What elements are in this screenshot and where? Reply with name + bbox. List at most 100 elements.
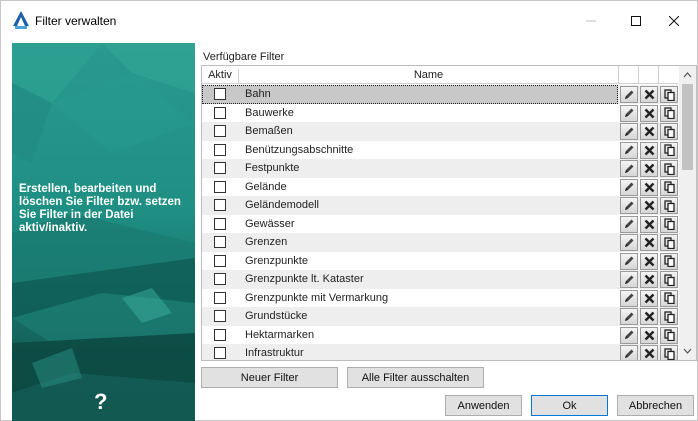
copy-filter-button[interactable] <box>660 345 678 360</box>
edit-filter-button[interactable] <box>620 197 638 214</box>
column-header-aktiv[interactable]: Aktiv <box>202 69 238 81</box>
row-body[interactable]: Bahn <box>202 85 618 104</box>
edit-filter-button[interactable] <box>620 289 638 307</box>
active-checkbox[interactable] <box>214 217 226 230</box>
table-row[interactable]: Festpunkte <box>202 159 678 178</box>
active-checkbox[interactable] <box>214 291 226 304</box>
row-body[interactable]: Grenzpunkte <box>202 252 618 271</box>
copy-filter-button[interactable] <box>660 141 678 159</box>
delete-filter-button[interactable] <box>640 197 658 214</box>
row-body[interactable]: Grenzpunkte lt. Kataster <box>202 270 618 289</box>
active-checkbox[interactable] <box>214 162 226 174</box>
table-row[interactable]: Grenzen <box>202 233 678 252</box>
minimize-button[interactable] <box>568 1 614 41</box>
column-header-name[interactable]: Name <box>238 69 618 84</box>
scroll-up-button[interactable] <box>679 68 696 82</box>
row-body[interactable]: Infrastruktur <box>202 344 618 360</box>
delete-filter-button[interactable] <box>640 178 658 196</box>
active-checkbox[interactable] <box>214 180 226 193</box>
delete-filter-button[interactable] <box>640 308 658 325</box>
vertical-scrollbar[interactable] <box>679 66 696 360</box>
delete-filter-button[interactable] <box>640 215 658 233</box>
delete-filter-button[interactable] <box>640 345 658 360</box>
table-row[interactable]: Hektarmarken <box>202 326 678 345</box>
delete-filter-button[interactable] <box>640 271 658 288</box>
row-body[interactable]: Bemaßen <box>202 122 618 141</box>
edit-filter-button[interactable] <box>620 271 638 288</box>
edit-filter-button[interactable] <box>620 178 638 196</box>
copy-filter-button[interactable] <box>660 86 678 103</box>
copy-filter-button[interactable] <box>660 326 678 344</box>
scroll-thumb[interactable] <box>682 84 693 170</box>
active-checkbox[interactable] <box>214 254 226 267</box>
delete-filter-button[interactable] <box>640 123 658 140</box>
edit-filter-button[interactable] <box>620 234 638 251</box>
table-row[interactable]: Benützungsabschnitte <box>202 141 678 160</box>
scroll-down-button[interactable] <box>679 344 696 358</box>
title-bar[interactable]: Filter verwalten <box>1 1 697 41</box>
copy-filter-button[interactable] <box>660 178 678 196</box>
active-checkbox[interactable] <box>214 199 226 211</box>
active-checkbox[interactable] <box>214 236 226 248</box>
active-checkbox[interactable] <box>214 328 226 341</box>
row-body[interactable]: Bauwerke <box>202 104 618 123</box>
table-row[interactable]: Grundstücke <box>202 307 678 326</box>
table-row[interactable]: Bauwerke <box>202 104 678 123</box>
delete-filter-button[interactable] <box>640 326 658 344</box>
row-body[interactable]: Grenzpunkte mit Vermarkung <box>202 289 618 308</box>
new-filter-button[interactable]: Neuer Filter <box>201 367 338 388</box>
row-body[interactable]: Hektarmarken <box>202 326 618 345</box>
table-row[interactable]: Grenzpunkte mit Vermarkung <box>202 289 678 308</box>
active-checkbox[interactable] <box>214 106 226 119</box>
delete-filter-button[interactable] <box>640 234 658 251</box>
apply-button[interactable]: Anwenden <box>445 395 522 416</box>
copy-filter-button[interactable] <box>660 123 678 140</box>
active-checkbox[interactable] <box>214 347 226 359</box>
row-body[interactable]: Grundstücke <box>202 307 618 326</box>
delete-filter-button[interactable] <box>640 289 658 307</box>
row-body[interactable]: Benützungsabschnitte <box>202 141 618 160</box>
row-body[interactable]: Gelände <box>202 178 618 197</box>
delete-filter-button[interactable] <box>640 104 658 122</box>
row-body[interactable]: Gewässer <box>202 215 618 234</box>
table-row[interactable]: Geländemodell <box>202 196 678 215</box>
copy-filter-button[interactable] <box>660 289 678 307</box>
copy-filter-button[interactable] <box>660 271 678 288</box>
edit-filter-button[interactable] <box>620 104 638 122</box>
row-body[interactable]: Grenzen <box>202 233 618 252</box>
edit-filter-button[interactable] <box>620 141 638 159</box>
table-row[interactable]: Infrastruktur <box>202 344 678 360</box>
copy-filter-button[interactable] <box>660 160 678 177</box>
all-filters-off-button[interactable]: Alle Filter ausschalten <box>347 367 484 388</box>
active-checkbox[interactable] <box>214 143 226 156</box>
copy-filter-button[interactable] <box>660 197 678 214</box>
active-checkbox[interactable] <box>214 310 226 322</box>
active-checkbox[interactable] <box>214 125 226 137</box>
copy-filter-button[interactable] <box>660 234 678 251</box>
edit-filter-button[interactable] <box>620 326 638 344</box>
edit-filter-button[interactable] <box>620 308 638 325</box>
edit-filter-button[interactable] <box>620 345 638 360</box>
edit-filter-button[interactable] <box>620 86 638 103</box>
close-button[interactable] <box>651 1 697 41</box>
active-checkbox[interactable] <box>214 273 226 285</box>
copy-filter-button[interactable] <box>660 252 678 270</box>
edit-filter-button[interactable] <box>620 252 638 270</box>
delete-filter-button[interactable] <box>640 141 658 159</box>
table-row[interactable]: Gewässer <box>202 215 678 234</box>
copy-filter-button[interactable] <box>660 104 678 122</box>
delete-filter-button[interactable] <box>640 160 658 177</box>
row-body[interactable]: Geländemodell <box>202 196 618 215</box>
copy-filter-button[interactable] <box>660 215 678 233</box>
table-row[interactable]: Gelände <box>202 178 678 197</box>
help-icon[interactable]: ? <box>94 389 107 415</box>
ok-button[interactable]: Ok <box>531 395 608 416</box>
table-row[interactable]: Bahn <box>202 85 678 104</box>
table-row[interactable]: Grenzpunkte lt. Kataster <box>202 270 678 289</box>
row-body[interactable]: Festpunkte <box>202 159 618 178</box>
edit-filter-button[interactable] <box>620 160 638 177</box>
delete-filter-button[interactable] <box>640 86 658 103</box>
edit-filter-button[interactable] <box>620 123 638 140</box>
edit-filter-button[interactable] <box>620 215 638 233</box>
active-checkbox[interactable] <box>214 88 226 100</box>
